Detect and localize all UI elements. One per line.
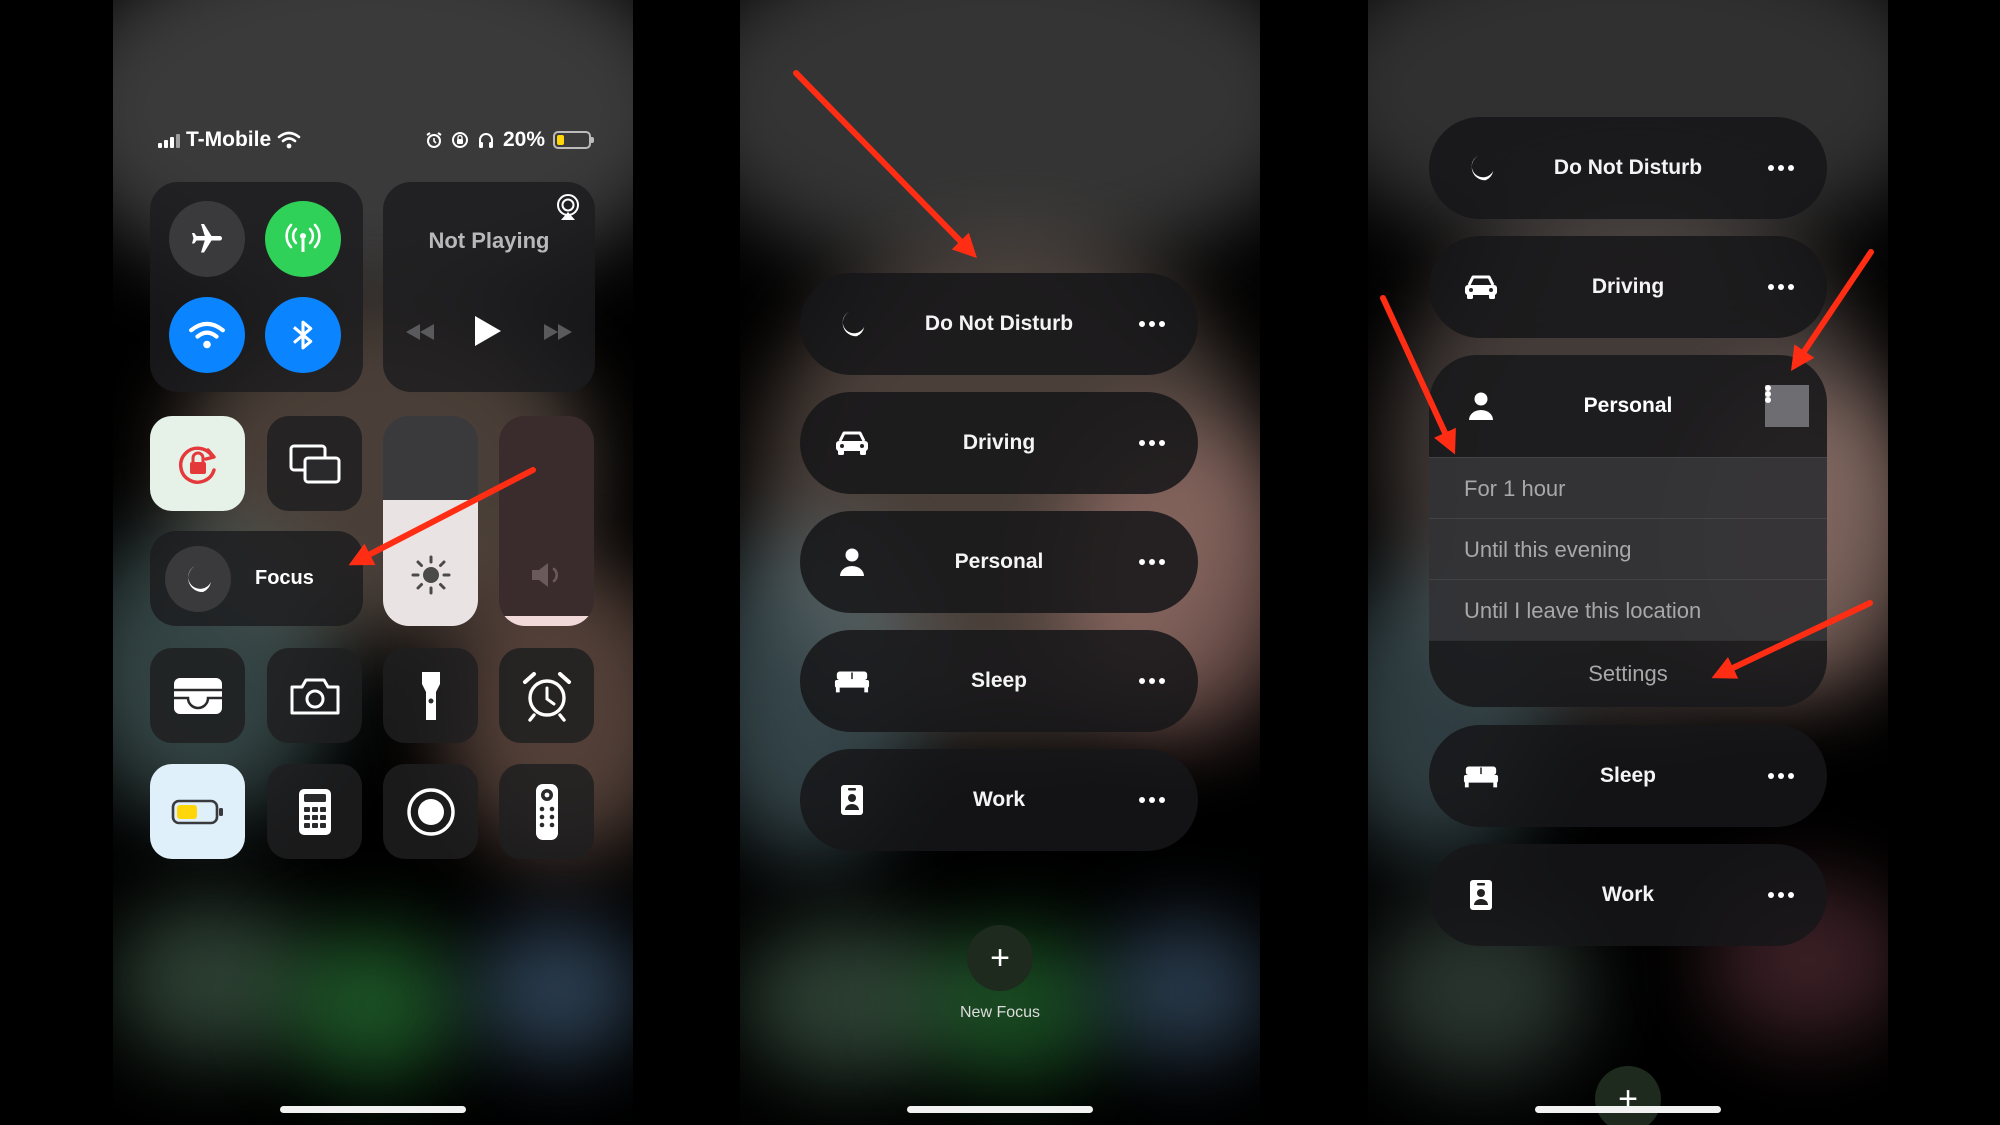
more-options-button[interactable] <box>1134 545 1170 579</box>
airplane-icon <box>192 224 222 253</box>
battery-percent: 20% <box>502 128 545 151</box>
alarm-button[interactable] <box>499 648 594 743</box>
more-options-button[interactable] <box>1763 878 1799 912</box>
more-options-button[interactable] <box>1134 307 1170 341</box>
calculator-button[interactable] <box>267 764 362 859</box>
more-options-button-active[interactable] <box>1765 385 1809 427</box>
cellular-data-toggle[interactable] <box>265 201 341 277</box>
focus-item-personal[interactable]: Personal <box>1429 355 1827 457</box>
orientation-lock-icon <box>178 445 216 484</box>
wifi-toggle[interactable] <box>169 297 245 373</box>
camera-icon <box>290 678 339 714</box>
more-options-button[interactable] <box>1763 151 1799 185</box>
option-for-1-hour[interactable]: For 1 hour <box>1429 457 1827 518</box>
more-options-button[interactable] <box>1763 759 1799 793</box>
wallet-button[interactable] <box>150 648 245 743</box>
focus-moon-circle <box>165 546 231 612</box>
settings-button[interactable]: Settings <box>1429 640 1827 706</box>
now-playing-title: Not Playing <box>428 228 550 253</box>
focus-list-screen: Do Not Disturb Driving Personal Sleep Wo… <box>740 0 1260 1125</box>
alarm-icon <box>522 671 571 722</box>
airplane-mode-toggle[interactable] <box>169 201 245 277</box>
wifi-icon <box>189 321 225 349</box>
screen-record-icon <box>406 787 455 836</box>
orientation-lock-button[interactable] <box>150 416 245 511</box>
home-indicator[interactable] <box>907 1106 1093 1113</box>
home-indicator[interactable] <box>1535 1106 1721 1113</box>
bluetooth-toggle[interactable] <box>265 297 341 373</box>
status-bar: T-Mobile 20% <box>158 126 594 154</box>
rewind-icon[interactable] <box>403 322 437 342</box>
focus-button[interactable]: Focus <box>150 531 363 626</box>
more-options-button[interactable] <box>1134 426 1170 460</box>
focus-item-work[interactable]: Work <box>1429 844 1827 946</box>
bluetooth-icon <box>293 320 313 350</box>
volume-fill <box>499 615 594 626</box>
camera-button[interactable] <box>267 648 362 743</box>
focus-item-work[interactable]: Work <box>800 749 1198 851</box>
more-options-button[interactable] <box>1134 664 1170 698</box>
play-icon[interactable] <box>473 314 503 348</box>
personal-options-screen: Do Not Disturb Driving Personal For 1 ho… <box>1368 0 1888 1125</box>
more-options-button[interactable] <box>1763 270 1799 304</box>
now-playing-tile[interactable]: Not Playing <box>383 182 595 392</box>
focus-item-do-not-disturb[interactable]: Do Not Disturb <box>1429 117 1827 219</box>
carrier-name: T-Mobile <box>186 128 272 151</box>
screen-mirroring-icon <box>289 444 340 483</box>
flashlight-button[interactable] <box>383 648 478 743</box>
remote-icon <box>535 783 558 840</box>
new-focus-label: New Focus <box>959 1004 1041 1021</box>
wallet-icon <box>173 677 222 714</box>
more-options-button[interactable] <box>1134 783 1170 817</box>
low-power-icon <box>171 799 223 824</box>
new-focus-button[interactable]: + <box>1595 1066 1661 1125</box>
apple-tv-remote-button[interactable] <box>499 764 594 859</box>
flashlight-icon <box>421 671 440 720</box>
focus-item-driving[interactable]: Driving <box>800 392 1198 494</box>
headphones-status-icon <box>478 133 493 148</box>
new-focus-button[interactable]: + <box>967 925 1033 991</box>
fast-forward-icon[interactable] <box>541 322 575 342</box>
low-power-button[interactable] <box>150 764 245 859</box>
calculator-icon <box>298 788 331 835</box>
control-center-screen: T-Mobile 20% Not Playing Focus <box>113 0 633 1125</box>
battery-icon <box>553 131 594 149</box>
brightness-slider[interactable] <box>383 416 478 626</box>
screen-record-button[interactable] <box>383 764 478 859</box>
airplay-icon[interactable] <box>553 192 583 222</box>
home-indicator[interactable] <box>280 1106 466 1113</box>
focus-item-do-not-disturb[interactable]: Do Not Disturb <box>800 273 1198 375</box>
focus-label: Focus <box>255 567 314 589</box>
option-until-leave-location[interactable]: Until I leave this location <box>1429 579 1827 640</box>
brightness-icon <box>411 555 451 595</box>
screen-mirroring-button[interactable] <box>267 416 362 511</box>
focus-item-sleep[interactable]: Sleep <box>1429 725 1827 827</box>
volume-slider[interactable] <box>499 416 594 626</box>
moon-icon <box>188 566 211 593</box>
focus-item-driving[interactable]: Driving <box>1429 236 1827 338</box>
signal-icon <box>158 133 180 148</box>
alarm-status-icon <box>426 132 442 148</box>
option-until-this-evening[interactable]: Until this evening <box>1429 518 1827 579</box>
wifi-status-icon <box>277 131 301 149</box>
cellular-icon <box>285 223 321 252</box>
volume-icon <box>532 563 558 587</box>
personal-expanded-card: Personal For 1 hour Until this evening U… <box>1429 355 1827 707</box>
orientation-lock-status-icon <box>451 132 468 148</box>
focus-item-personal[interactable]: Personal <box>800 511 1198 613</box>
connectivity-tile <box>150 182 363 392</box>
focus-item-sleep[interactable]: Sleep <box>800 630 1198 732</box>
